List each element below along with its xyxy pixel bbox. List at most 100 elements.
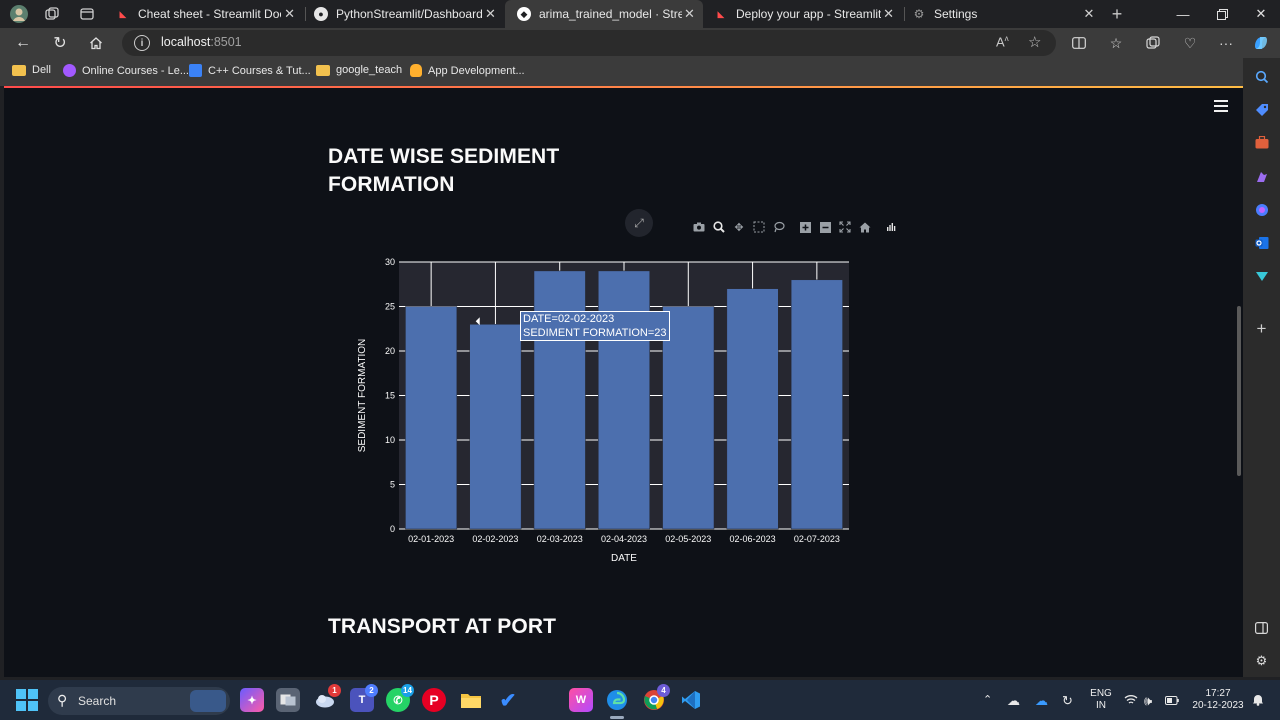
camera-icon[interactable] <box>691 219 707 235</box>
sediment-bar-chart[interactable]: 0 5 10 15 20 25 30 02-01-2023 02-02-2023 02-03-20… <box>346 254 866 564</box>
zoom-icon[interactable] <box>711 219 727 235</box>
bar[interactable] <box>469 324 522 530</box>
workspaces-icon[interactable] <box>41 3 63 25</box>
copilot-sidebar-icon[interactable] <box>1253 201 1270 218</box>
sidebar-settings-gear-icon[interactable]: ⚙ <box>1253 652 1270 669</box>
notifications-bell-icon[interactable] <box>1252 693 1264 709</box>
x-tick-label: 02-07-2023 <box>794 534 840 544</box>
bookmark-google-teach[interactable]: google_teach <box>316 64 402 76</box>
bar[interactable] <box>790 279 843 530</box>
read-aloud-icon[interactable]: Aʌ <box>996 34 1009 49</box>
outlook-icon[interactable] <box>1253 234 1270 251</box>
address-bar[interactable]: i localhost:8501 Aʌ ☆ <box>122 30 1056 56</box>
tab-actions-icon[interactable] <box>76 3 98 25</box>
folder-icon <box>12 64 26 76</box>
onedrive-icon[interactable]: ☁ <box>1035 693 1048 709</box>
whatsapp-app-icon[interactable]: ✆ 14 <box>386 684 414 712</box>
volume-icon[interactable]: 🕪 <box>1144 693 1152 709</box>
battery-icon[interactable] <box>1165 693 1179 708</box>
notification-badge: 4 <box>657 684 670 697</box>
split-screen-icon[interactable] <box>1068 32 1090 54</box>
tab-arima-trained-model[interactable]: ◆ arima_trained_model · Streamlit ✕ <box>505 0 703 28</box>
zoom-in-icon[interactable] <box>797 219 813 235</box>
bookmark-app-development[interactable]: App Development... <box>410 64 525 77</box>
bookmark-online-courses[interactable]: Online Courses - Le... <box>63 64 189 77</box>
system-clock[interactable]: 17:27 20-12-2023 <box>1186 688 1250 712</box>
weather-app-icon[interactable]: 1 <box>313 684 341 712</box>
favorites-icon[interactable]: ☆ <box>1105 32 1127 54</box>
more-menu-icon[interactable]: ··· <box>1215 32 1237 54</box>
tab-cheat-sheet[interactable]: ◣ Cheat sheet - Streamlit Docs ✕ <box>104 0 304 28</box>
plotly-logo-icon[interactable] <box>883 219 899 235</box>
bookmark-label: App Development... <box>428 64 525 77</box>
main-menu-icon[interactable] <box>1214 100 1228 112</box>
edge-browser-icon[interactable] <box>605 688 629 712</box>
tab-github-dashboard[interactable]: ● PythonStreamlit/Dashboard.py at ✕ <box>302 0 504 28</box>
home-icon[interactable] <box>84 31 108 55</box>
bar[interactable] <box>662 306 715 530</box>
bar[interactable] <box>405 306 458 530</box>
vscode-app-icon[interactable] <box>679 688 703 712</box>
drop-icon[interactable] <box>1253 267 1270 284</box>
task-view-icon[interactable] <box>276 688 300 712</box>
language-indicator[interactable]: ENG IN <box>1088 688 1114 712</box>
add-sidebar-app-icon[interactable]: + <box>1253 319 1270 338</box>
zoom-out-icon[interactable] <box>817 219 833 235</box>
cloud-sync-icon[interactable]: ☁ <box>1007 693 1020 709</box>
new-tab-icon[interactable]: + <box>1106 3 1128 25</box>
file-explorer-icon[interactable] <box>459 688 483 712</box>
reset-axes-icon[interactable] <box>857 219 873 235</box>
hide-sidebar-icon[interactable] <box>1253 619 1270 636</box>
tools-briefcase-icon[interactable] <box>1253 134 1270 151</box>
bookmark-label: Dell <box>32 64 51 76</box>
search-icon[interactable] <box>1253 68 1270 85</box>
edge-sidebar: + ⚙ <box>1243 58 1280 677</box>
heading-line-1: DATE WISE SEDIMENT <box>328 145 560 168</box>
box-select-icon[interactable] <box>751 219 767 235</box>
pan-icon[interactable]: ✥ <box>731 219 747 235</box>
tab-settings[interactable]: ⚙ Settings ✕ <box>900 0 1104 28</box>
collections-icon[interactable] <box>1142 32 1164 54</box>
shopping-tag-icon[interactable] <box>1253 101 1270 118</box>
lasso-select-icon[interactable] <box>771 219 787 235</box>
teams-app-icon[interactable]: T 2 <box>350 684 378 712</box>
profile-avatar[interactable] <box>8 3 30 25</box>
favorite-star-icon[interactable]: ☆ <box>1028 33 1041 51</box>
copilot-icon[interactable] <box>1250 32 1272 54</box>
close-tab-icon[interactable]: ✕ <box>881 6 896 22</box>
page-scrollbar[interactable] <box>1237 306 1241 476</box>
close-tab-icon[interactable]: ✕ <box>1080 6 1098 22</box>
chrome-app-icon[interactable]: 4 <box>642 684 670 712</box>
restore-icon[interactable] <box>1203 0 1241 28</box>
close-tab-icon[interactable]: ✕ <box>281 6 298 22</box>
minimize-icon[interactable]: — <box>1164 0 1202 28</box>
bar[interactable] <box>598 270 650 530</box>
refresh-sync-icon[interactable]: ↻ <box>1062 693 1073 709</box>
autoscale-icon[interactable] <box>837 219 853 235</box>
fullscreen-expand-icon[interactable]: ⤢ <box>625 209 653 237</box>
x-tick-label: 02-02-2023 <box>472 534 518 544</box>
taskbar-search-box[interactable]: ⚲ Search <box>48 687 230 715</box>
refresh-icon[interactable]: ↻ <box>48 31 72 55</box>
wifi-icon[interactable] <box>1124 693 1138 708</box>
close-tab-icon[interactable]: ✕ <box>483 6 498 22</box>
wps-app-icon[interactable]: W <box>569 688 593 712</box>
tab-deploy-your-app[interactable]: ◣ Deploy your app - Streamlit Docs ✕ <box>702 0 902 28</box>
streamlit-favicon-icon: ◆ <box>517 7 531 21</box>
back-icon[interactable]: ← <box>11 31 35 55</box>
bookmark-cpp-courses[interactable]: C++ Courses & Tut... <box>189 64 311 77</box>
todo-app-icon[interactable]: ✔ <box>496 688 520 712</box>
x-tick-label: 02-03-2023 <box>537 534 583 544</box>
windows-start-icon[interactable] <box>16 689 38 711</box>
site-info-icon[interactable]: i <box>134 35 150 51</box>
bar[interactable] <box>533 270 586 530</box>
bookmark-dell[interactable]: Dell <box>12 64 51 76</box>
bar[interactable] <box>726 288 779 530</box>
close-window-icon[interactable]: ✕ <box>1242 0 1280 28</box>
show-hidden-icons-chevron-icon[interactable]: ⌃ <box>983 693 992 706</box>
copilot-app-icon[interactable]: ✦ <box>240 688 264 712</box>
pinterest-app-icon[interactable]: P <box>422 688 446 712</box>
browser-essentials-icon[interactable]: ♡ <box>1179 32 1201 54</box>
close-tab-icon[interactable]: ✕ <box>682 6 697 22</box>
games-icon[interactable] <box>1253 168 1270 185</box>
